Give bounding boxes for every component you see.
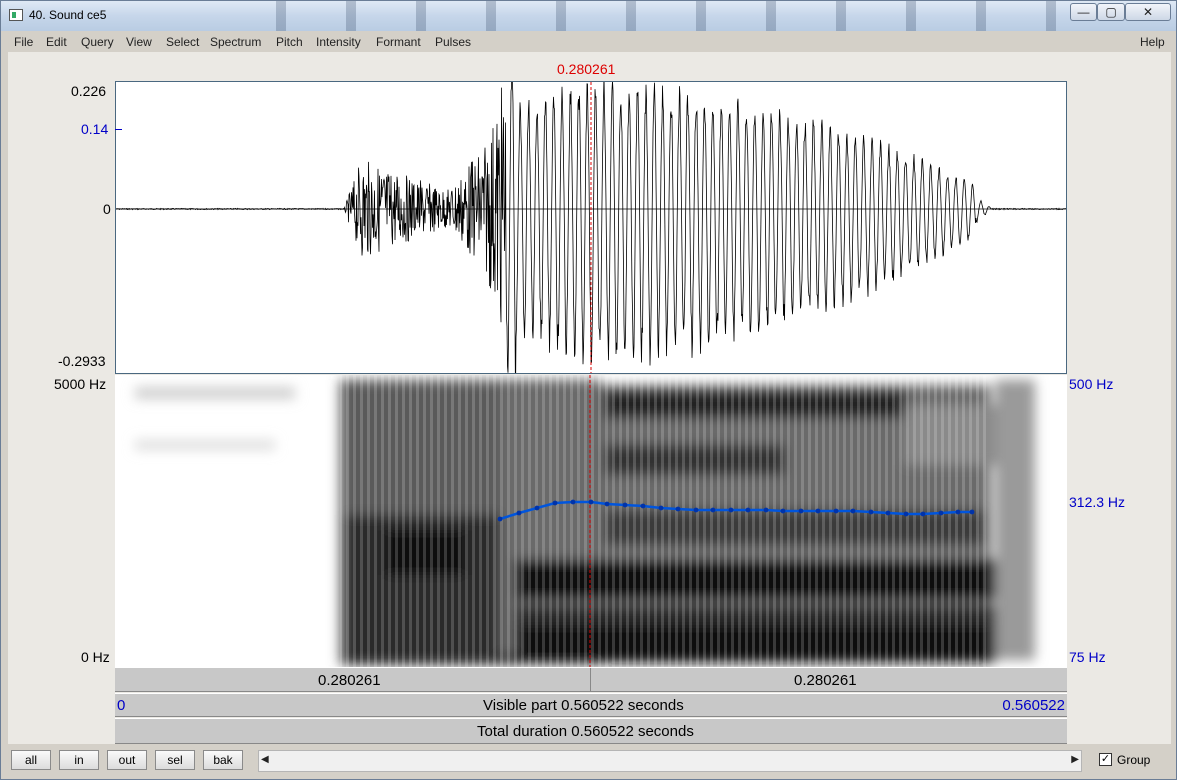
- close-button[interactable]: ✕: [1125, 3, 1171, 21]
- spec-fmin-label: 0 Hz: [81, 649, 110, 665]
- menu-query[interactable]: Query: [81, 35, 114, 49]
- wave-ymark-tick: [115, 129, 122, 130]
- pitch-point: [516, 510, 522, 516]
- menu-formant[interactable]: Formant: [376, 35, 421, 49]
- spectrogram-striations: [340, 375, 990, 667]
- right-time-label: 0.280261: [794, 672, 857, 689]
- pitch-point: [868, 509, 874, 515]
- menu-view[interactable]: View: [126, 35, 152, 49]
- maximize-button[interactable]: ▢: [1097, 3, 1125, 21]
- pitch-point: [640, 503, 646, 509]
- group-label: Group: [1117, 753, 1151, 767]
- menu-intensity[interactable]: Intensity: [316, 35, 361, 49]
- menu-bar: File Edit Query View Select Spectrum Pit…: [8, 32, 1171, 52]
- pitch-min-label: 75 Hz: [1069, 649, 1106, 665]
- background-window-strip: [216, 1, 1066, 31]
- menu-select[interactable]: Select: [166, 35, 199, 49]
- pitch-current-label: 312.3 Hz: [1069, 494, 1126, 510]
- menu-help[interactable]: Help: [1140, 35, 1165, 49]
- pitch-point: [693, 507, 699, 513]
- pitch-point: [955, 509, 961, 515]
- pitch-point: [552, 500, 558, 506]
- pitch-point: [728, 507, 734, 513]
- group-checkbox[interactable]: ✓: [1099, 753, 1112, 766]
- pitch-point: [604, 501, 610, 507]
- selection-bar[interactable]: 0.280261 0.280261: [115, 667, 1067, 692]
- visible-part-label: Visible part 0.560522 seconds: [483, 697, 684, 714]
- pitch-point: [710, 507, 716, 513]
- spectrogram-panel[interactable]: [115, 375, 1067, 667]
- pitch-point: [588, 499, 594, 505]
- pitch-point: [815, 508, 821, 514]
- zoom-selection-button[interactable]: sel: [155, 750, 195, 770]
- pitch-point: [885, 510, 891, 516]
- pitch-point: [622, 502, 628, 508]
- scroll-right-arrow-icon[interactable]: ▶: [1071, 754, 1079, 765]
- pitch-point: [497, 516, 503, 522]
- minimize-button[interactable]: —: [1070, 3, 1097, 21]
- total-duration-label: Total duration 0.560522 seconds: [477, 723, 694, 740]
- pitch-point: [658, 505, 664, 511]
- visible-start-label: 0: [117, 697, 126, 714]
- menu-spectrum[interactable]: Spectrum: [210, 35, 261, 49]
- pitch-point: [745, 507, 751, 513]
- waveform-plot: [116, 82, 1066, 373]
- pitch-point: [570, 499, 576, 505]
- zoom-all-button[interactable]: all: [11, 750, 51, 770]
- cursor-divider: [590, 668, 591, 691]
- pitch-point: [798, 508, 804, 514]
- pitch-point: [850, 508, 856, 514]
- window-title: 40. Sound ce5: [29, 8, 107, 22]
- pitch-point: [969, 509, 975, 515]
- menu-file[interactable]: File: [14, 35, 33, 49]
- wave-zero-label: 0: [103, 201, 111, 217]
- window-icon: [9, 9, 23, 21]
- pitch-point: [675, 506, 681, 512]
- scroll-left-arrow-icon[interactable]: ◀: [261, 754, 269, 765]
- pitch-point: [903, 511, 909, 517]
- spec-fmax-label: 5000 Hz: [54, 376, 107, 392]
- horizontal-scrollbar[interactable]: ◀ ▶: [258, 750, 1082, 772]
- wave-ymin-label: -0.2933: [58, 353, 106, 369]
- zoom-in-button[interactable]: in: [59, 750, 99, 770]
- menu-edit[interactable]: Edit: [46, 35, 67, 49]
- visible-part-bar[interactable]: 0 Visible part 0.560522 seconds 0.560522: [115, 693, 1067, 717]
- menu-pulses[interactable]: Pulses: [435, 35, 471, 49]
- total-duration-bar[interactable]: Total duration 0.560522 seconds: [115, 718, 1067, 744]
- zoom-back-button[interactable]: bak: [203, 750, 243, 770]
- pitch-max-label: 500 Hz: [1069, 376, 1114, 392]
- visible-end-label: 0.560522: [1002, 697, 1065, 714]
- praat-sound-window: 40. Sound ce5 — ▢ ✕ File Edit Query View…: [0, 0, 1177, 780]
- left-time-label: 0.280261: [318, 672, 381, 689]
- pitch-point: [938, 510, 944, 516]
- bottom-control-bar: all in out sel bak ◀ ▶ ✓ Group: [8, 746, 1171, 774]
- cursor-time-label: 0.280261: [557, 61, 616, 77]
- pitch-point: [780, 508, 786, 514]
- spectrogram-plot: [135, 375, 1035, 667]
- pitch-point: [920, 511, 926, 517]
- waveform-panel[interactable]: [115, 81, 1067, 374]
- wave-ymark-label: 0.14: [81, 121, 109, 137]
- wave-ymax-label: 0.226: [71, 83, 107, 99]
- menu-pitch[interactable]: Pitch: [276, 35, 303, 49]
- title-bar[interactable]: 40. Sound ce5 — ▢ ✕: [1, 1, 1176, 31]
- pitch-point: [763, 507, 769, 513]
- pitch-point: [833, 508, 839, 514]
- pitch-point: [534, 505, 540, 511]
- zoom-out-button[interactable]: out: [107, 750, 147, 770]
